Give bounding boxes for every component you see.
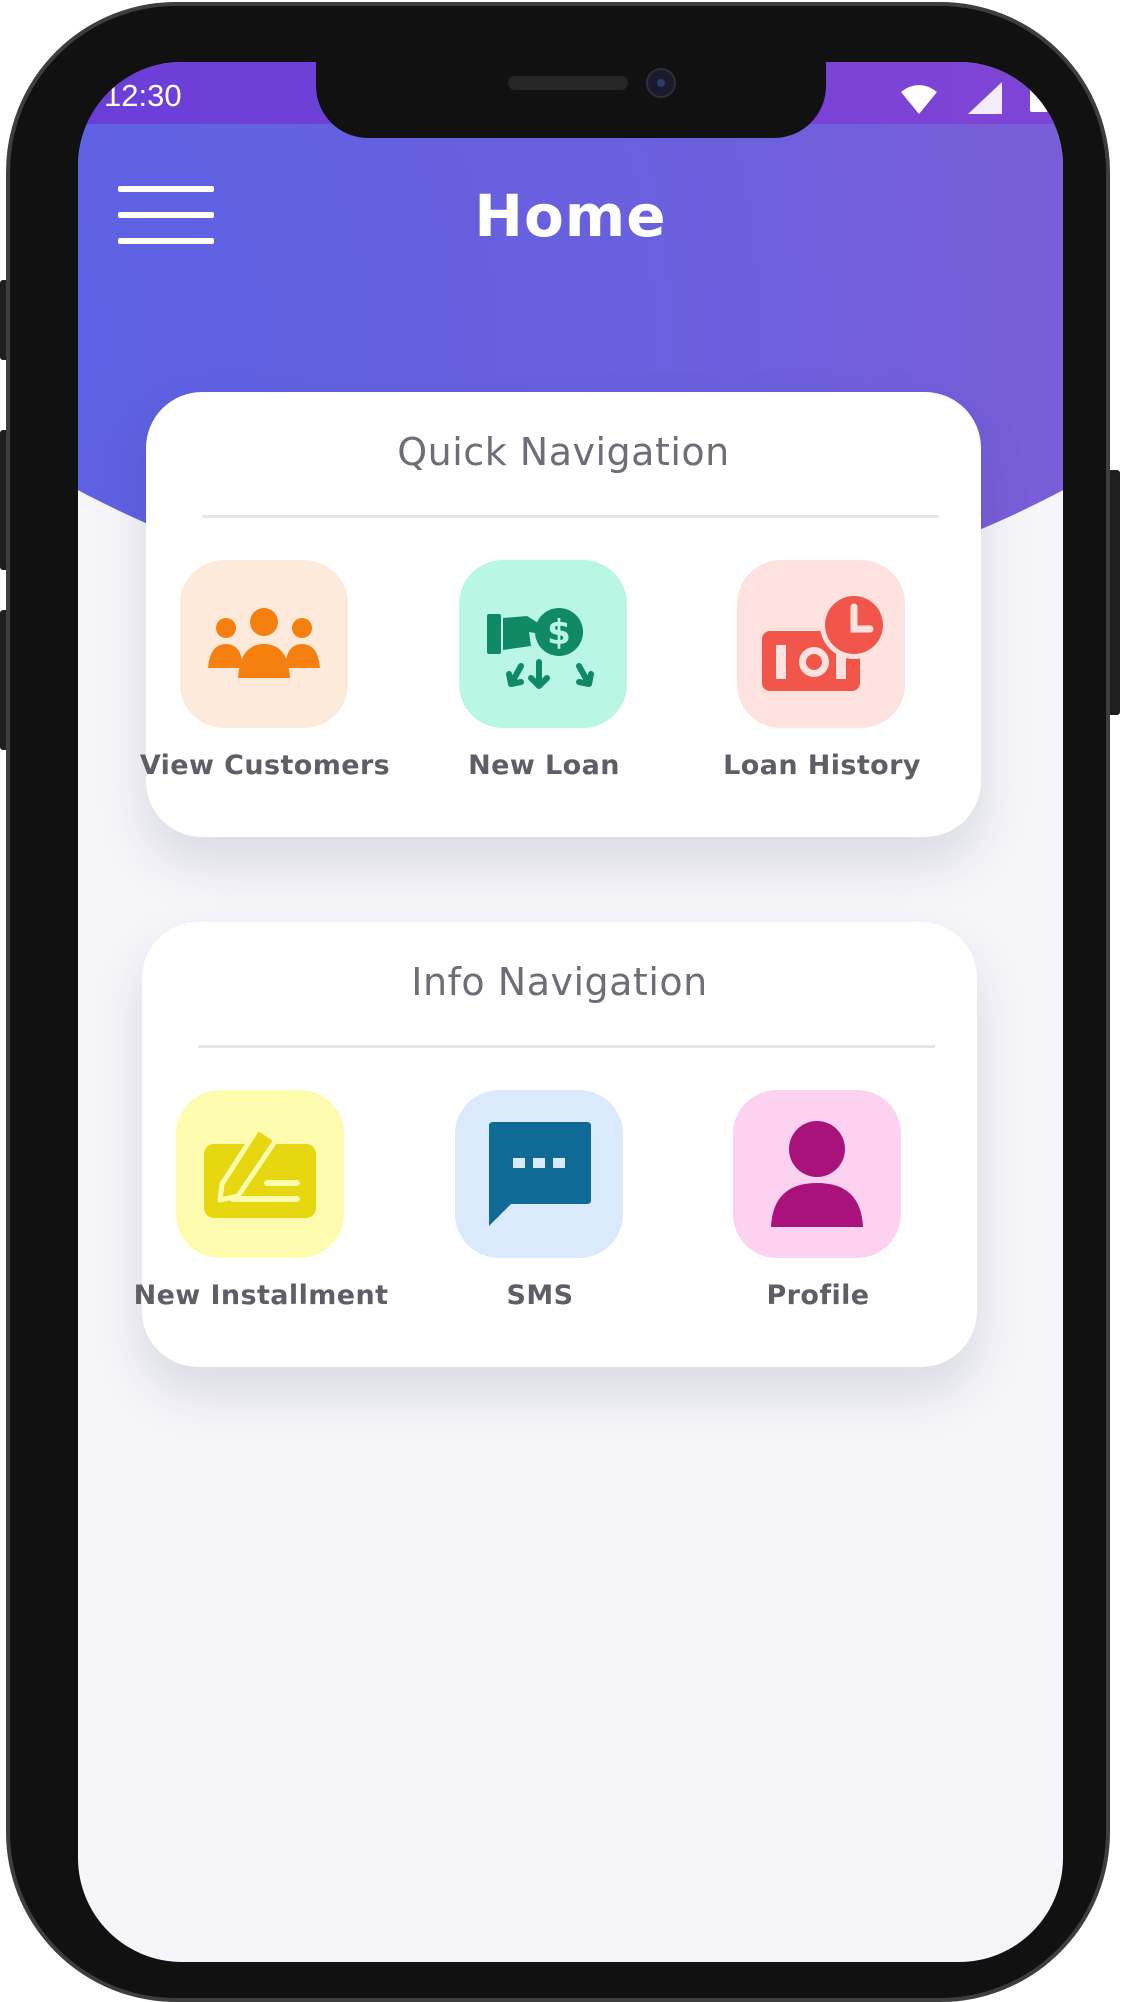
- new-installment-tile: [176, 1090, 344, 1258]
- sms-label: SMS: [506, 1280, 574, 1311]
- front-camera-icon: [646, 68, 676, 98]
- page-title: Home: [474, 182, 667, 250]
- new-loan-tile: $: [459, 560, 627, 728]
- wifi-icon: [901, 85, 937, 114]
- loan-history-label: Loan History: [723, 750, 921, 781]
- view-customers-button[interactable]: View Customers: [140, 560, 390, 800]
- quick-navigation-title: Quick Navigation: [397, 430, 730, 474]
- new-installment-button[interactable]: New Installment: [134, 1090, 388, 1330]
- new-installment-label: New Installment: [133, 1280, 389, 1311]
- info-navigation-card: Info Navigation New Installment SMS Prof…: [134, 922, 977, 1367]
- status-time: 12:30: [104, 78, 182, 113]
- profile-icon: [771, 1121, 863, 1227]
- card-divider: [198, 1045, 935, 1048]
- battery-icon: [1030, 86, 1048, 112]
- speaker-grille: [508, 76, 628, 90]
- app-screen: 12:30 Home Quick Navigation View Custome…: [78, 62, 1063, 1962]
- card-divider: [202, 515, 939, 518]
- info-navigation-title: Info Navigation: [411, 960, 708, 1004]
- new-loan-label: New Loan: [468, 750, 620, 781]
- loan-history-button[interactable]: Loan History: [697, 560, 947, 800]
- sms-button[interactable]: SMS: [415, 1090, 665, 1330]
- loan-icon: $: [487, 608, 594, 689]
- signal-icon: [968, 82, 1002, 114]
- profile-tile: [733, 1090, 901, 1258]
- view-customers-tile: [180, 560, 348, 728]
- customers-icon: [208, 608, 320, 678]
- phone-frame: 12:30 Home Quick Navigation View Custome…: [6, 2, 1110, 2002]
- installment-icon: [204, 1125, 316, 1218]
- svg-text:$: $: [547, 613, 571, 653]
- loan-history-icon: [762, 591, 886, 691]
- profile-label: Profile: [766, 1280, 870, 1311]
- sms-icon: [489, 1122, 591, 1226]
- view-customers-label: View Customers: [139, 750, 391, 781]
- profile-button[interactable]: Profile: [693, 1090, 943, 1330]
- camera-notch: [316, 62, 826, 138]
- quick-navigation-card: Quick Navigation View Customers $ New Lo…: [140, 392, 981, 837]
- sms-tile: [455, 1090, 623, 1258]
- loan-history-tile: [737, 560, 905, 728]
- new-loan-button[interactable]: $ New Loan: [419, 560, 669, 800]
